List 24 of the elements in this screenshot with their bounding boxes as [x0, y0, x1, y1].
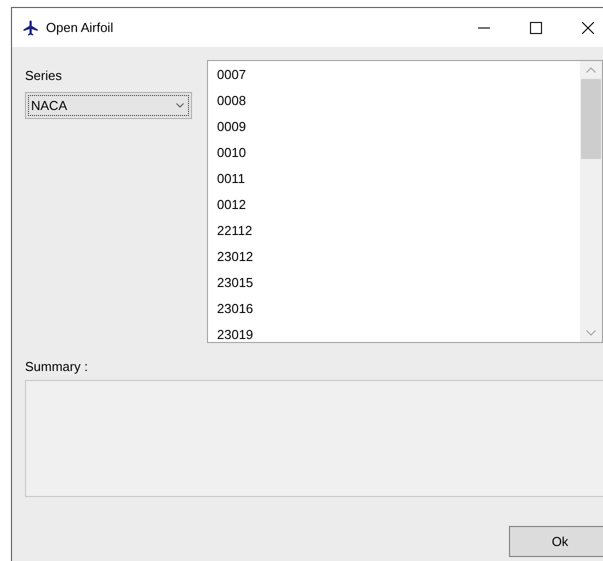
series-dropdown[interactable]: NACA — [25, 92, 192, 119]
maximize-icon — [530, 22, 542, 34]
airplane-icon — [22, 18, 40, 36]
airfoil-item[interactable]: 23016 — [208, 296, 580, 322]
airfoil-item[interactable]: 23019 — [208, 322, 580, 342]
chevron-down-icon — [176, 103, 184, 108]
airfoil-item[interactable]: 0007 — [208, 62, 580, 88]
ok-button[interactable]: Ok — [509, 526, 603, 557]
window-title: Open Airfoil — [46, 20, 114, 35]
close-icon — [582, 22, 594, 34]
series-label: Series — [25, 68, 63, 83]
scrollbar[interactable] — [580, 61, 602, 342]
scroll-up-icon[interactable] — [586, 67, 596, 73]
summary-label: Summary : — [25, 359, 88, 374]
airfoil-item[interactable]: 22112 — [208, 218, 580, 244]
airfoil-item[interactable]: 23012 — [208, 244, 580, 270]
airfoil-item[interactable]: 0012 — [208, 192, 580, 218]
scroll-thumb[interactable] — [581, 79, 601, 159]
airfoil-item[interactable]: 0011 — [208, 166, 580, 192]
airfoil-item[interactable]: 0010 — [208, 140, 580, 166]
airfoil-item[interactable]: 23015 — [208, 270, 580, 296]
airfoil-item[interactable]: 0009 — [208, 114, 580, 140]
scroll-down-icon[interactable] — [586, 330, 596, 336]
airfoil-item[interactable]: 0008 — [208, 88, 580, 114]
